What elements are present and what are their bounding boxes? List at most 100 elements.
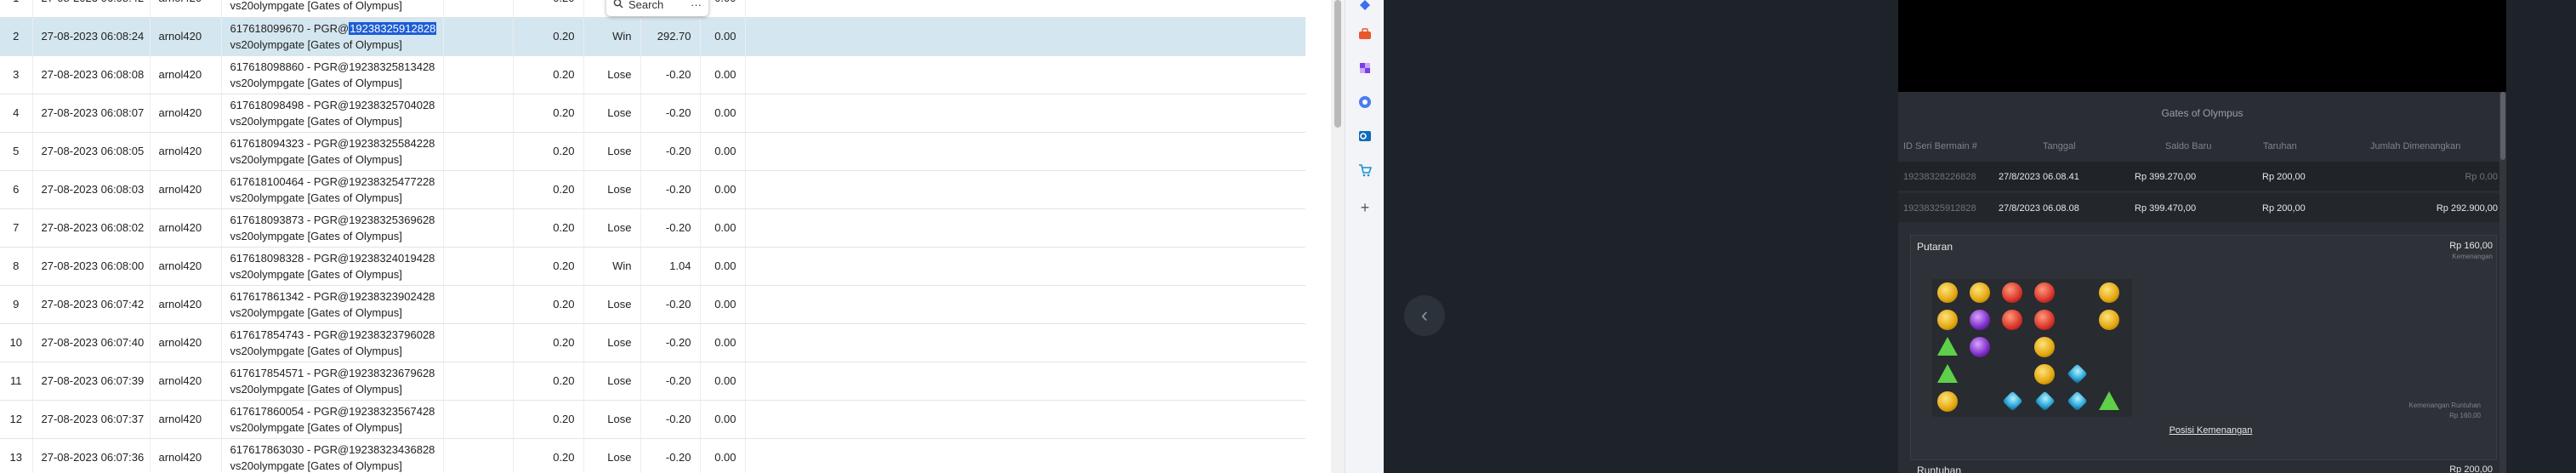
row-user: arnol420: [150, 400, 222, 439]
game-row-date: 27/8/2023 06.08.08: [1999, 203, 2079, 214]
symbol-icon: [2067, 390, 2088, 412]
row-stake: 0.20: [513, 247, 584, 286]
table-row[interactable]: 9 27-08-2023 06:07:42 arnol420 617617861342…: [0, 285, 1305, 324]
game-code: vs20olympgate [Gates of Olympus]: [230, 229, 402, 242]
table-row[interactable]: 4 27-08-2023 06:08:07 arnol420 617618098498…: [0, 94, 1305, 133]
transaction-id: 617618093873 - PGR@19238325369628: [230, 213, 435, 226]
row-payout: -0.20: [640, 285, 701, 324]
game-row-taruhan: Rp 200,00: [2262, 203, 2306, 214]
row-date: 27-08-2023 06:08:03: [32, 170, 151, 209]
game-row[interactable]: [1898, 193, 2499, 222]
row-extra: 0.00: [700, 400, 746, 439]
chess-icon[interactable]: [1356, 60, 1373, 77]
table-row[interactable]: 5 27-08-2023 06:08:05 arnol420 617618094323…: [0, 132, 1305, 171]
diamond-icon[interactable]: [1356, 0, 1373, 14]
symbol-icon: [1937, 310, 1958, 330]
row-transaction: 617618098498 - PGR@19238325704028 vs20oly…: [221, 94, 444, 133]
briefcase-icon[interactable]: [1356, 26, 1373, 43]
game-row-menang: Rp 292.900,00: [2436, 203, 2498, 214]
search-icon: [613, 0, 623, 11]
table-row[interactable]: 13 27-08-2023 06:07:36 arnol420 61761786303…: [0, 438, 1305, 473]
transaction-id: 617618098498 - PGR@19238325704028: [230, 98, 435, 111]
row-filler: [745, 323, 1305, 362]
transaction-id-prefix: 617618099670 - PGR@: [230, 21, 350, 35]
col-saldo-header: Saldo Baru: [2165, 141, 2212, 151]
symbol-icon: [1970, 337, 1990, 357]
chrome-icon[interactable]: [1356, 94, 1373, 111]
row-payout: -0.20: [640, 94, 701, 133]
selected-text[interactable]: 19238325912828: [349, 21, 437, 35]
row-extra: 0.00: [700, 17, 746, 56]
row-filler: [745, 438, 1305, 473]
symbol-icon: [2002, 282, 2022, 303]
screen: 127-08-2023 06:08:42arnol420617618100321…: [0, 0, 2576, 473]
row-transaction: 617618100464 - PGR@19238325477228 vs20oly…: [221, 170, 444, 209]
modal-scrollbar-thumb[interactable]: [2500, 92, 2505, 160]
transaction-table: 127-08-2023 06:08:42arnol420617618100321…: [0, 0, 1305, 473]
row-spacer: [443, 94, 514, 133]
row-number: 2: [0, 17, 33, 56]
row-date: 27-08-2023 06:08:24: [32, 17, 151, 56]
row-transaction: 617617860054 - PGR@19238323567428 vs20oly…: [221, 400, 444, 439]
game-row[interactable]: [1898, 162, 2499, 191]
scrollbar-thumb[interactable]: [1334, 0, 1341, 128]
symbol-icon: [2002, 310, 2022, 330]
table-row[interactable]: 12 27-08-2023 06:07:37 arnol420 61761786005…: [0, 400, 1305, 439]
outlook-icon[interactable]: [1356, 128, 1373, 145]
row-stake: 0.20: [513, 94, 584, 133]
row-filler: [745, 247, 1305, 286]
kemenangan-value: Rp 160,00: [2449, 412, 2481, 419]
row-transaction: 617617861342 - PGR@19238323902428 vs20oly…: [221, 285, 444, 324]
table-scrollbar[interactable]: [1331, 0, 1345, 473]
table-row[interactable]: 6 27-08-2023 06:08:03 arnol420 617618100464…: [0, 170, 1305, 209]
table-row[interactable]: 3 27-08-2023 06:08:08 arnol420 617618098860…: [0, 55, 1305, 94]
symbol-icon: [1937, 364, 1958, 383]
col-menang-header: Jumlah Dimenangkan: [2370, 141, 2461, 151]
reel-grid: [1932, 279, 2132, 417]
symbol-icon: [2034, 310, 2055, 330]
row-user: arnol420: [150, 0, 222, 18]
row-number: 6: [0, 170, 33, 209]
row-filler: [745, 362, 1305, 401]
row-payout: 1.04: [640, 247, 701, 286]
row-result: Lose: [583, 170, 641, 209]
search-label[interactable]: Search: [628, 0, 663, 11]
row-number: 10: [0, 323, 33, 362]
transaction-id: 617617860054 - PGR@19238323567428: [230, 404, 435, 418]
posisi-kemenangan-link[interactable]: Posisi Kemenangan: [1898, 425, 2506, 436]
row-user: arnol420: [150, 285, 222, 324]
row-stake: 0.20: [513, 208, 584, 248]
plus-icon[interactable]: +: [1356, 199, 1373, 216]
transaction-id: 617617854743 - PGR@19238323796028: [230, 328, 435, 341]
symbol-icon: [2099, 391, 2119, 410]
table-row[interactable]: 7 27-08-2023 06:08:02 arnol420 617618093873…: [0, 208, 1305, 248]
row-date: 27-08-2023 06:08:00: [32, 247, 151, 286]
row-user: arnol420: [150, 170, 222, 209]
symbol-icon: [2034, 390, 2056, 412]
row-spacer: [443, 208, 514, 248]
game-code: vs20olympgate [Gates of Olympus]: [230, 114, 402, 128]
row-result: Lose: [583, 323, 641, 362]
table-row[interactable]: 2 27-08-2023 06:08:24 arnol420 617618099670…: [0, 17, 1305, 56]
row-date: 27-08-2023 06:07:36: [32, 438, 151, 473]
game-code: vs20olympgate [Gates of Olympus]: [230, 191, 402, 204]
symbol-icon: [1937, 282, 1958, 303]
row-stake: 0.20: [513, 55, 584, 94]
modal-scrollbar[interactable]: [2499, 92, 2506, 473]
game-row-saldo: Rp 399.270,00: [2135, 172, 2197, 182]
row-date: 27-08-2023 06:08:05: [32, 132, 151, 171]
table-row[interactable]: 8 27-08-2023 06:08:00 arnol420 617618098328…: [0, 247, 1305, 286]
game-code: vs20olympgate [Gates of Olympus]: [230, 305, 402, 319]
table-row[interactable]: 10 27-08-2023 06:07:40 arnol420 61761785474…: [0, 323, 1305, 362]
col-id-header: ID Seri Bermain #: [1903, 141, 1977, 151]
more-icon[interactable]: ···: [691, 0, 702, 11]
table-row[interactable]: 11 27-08-2023 06:07:39 arnol420 61761785457…: [0, 362, 1305, 401]
row-number: 11: [0, 362, 33, 401]
cart-icon[interactable]: [1356, 162, 1373, 179]
row-date: 27-08-2023 06:08:07: [32, 94, 151, 133]
search-popup[interactable]: Search ···: [606, 0, 708, 16]
transaction-id: 617617863030 - PGR@19238323436828: [230, 442, 435, 456]
row-user: arnol420: [150, 438, 222, 473]
previous-arrow-button[interactable]: ‹: [1404, 295, 1445, 336]
row-number: 7: [0, 208, 33, 248]
